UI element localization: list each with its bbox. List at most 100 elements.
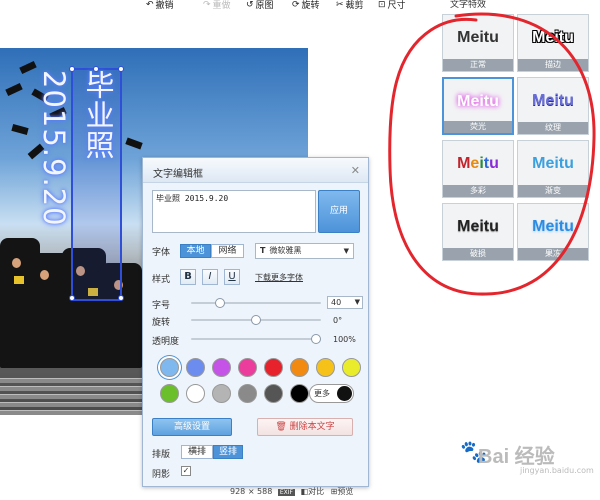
- opacity-slider-thumb[interactable]: [311, 334, 321, 344]
- style-name: 渐变: [518, 185, 588, 197]
- color-swatch[interactable]: [290, 384, 309, 403]
- underline-button[interactable]: U: [224, 269, 240, 285]
- rotate-button[interactable]: ⟳ 旋转: [292, 0, 320, 11]
- text-style-tile[interactable]: Meitu 破损: [442, 203, 514, 261]
- layout-label: 排版: [152, 450, 171, 460]
- rotate-value: 0°: [333, 316, 343, 325]
- preview-button[interactable]: 预览: [337, 487, 353, 496]
- shadow-checkbox[interactable]: ✓: [181, 466, 191, 476]
- overlay-text: 毕业照 2015.9.20: [37, 70, 115, 227]
- color-swatch[interactable]: [264, 384, 283, 403]
- style-preview: Meitu: [532, 155, 574, 172]
- resize-icon: ⊡: [378, 0, 386, 10]
- text-style-tile[interactable]: Meitu 纹理: [517, 77, 589, 135]
- style-preview: Meitu: [457, 29, 499, 46]
- crop-button[interactable]: ✂ 裁剪: [336, 0, 364, 11]
- resize-handle[interactable]: [69, 295, 75, 301]
- delete-text-button[interactable]: 🗑 删除本文字: [257, 418, 353, 436]
- text-input[interactable]: 毕业照 2015.9.20: [152, 190, 316, 233]
- thrown-cap: [125, 137, 143, 150]
- font-type-icon: T: [260, 246, 266, 255]
- rotate-label: 旋转: [152, 318, 171, 328]
- style-preview-letter: M: [457, 155, 471, 172]
- more-colors-button[interactable]: 更多: [309, 384, 354, 403]
- font-label: 字体: [152, 248, 171, 258]
- color-swatch[interactable]: [316, 358, 335, 377]
- style-preview-letter: u: [489, 155, 499, 172]
- color-swatch[interactable]: [342, 358, 361, 377]
- crop-icon: ✂: [336, 0, 344, 10]
- style-preview-letter: e: [470, 155, 480, 172]
- italic-button[interactable]: I: [202, 269, 218, 285]
- reset-icon: ↺: [246, 0, 254, 10]
- size-button[interactable]: ⊡ 尺寸: [378, 0, 406, 11]
- style-name: 破损: [443, 248, 513, 260]
- bold-button[interactable]: B: [180, 269, 196, 285]
- style-name: 纹理: [518, 122, 588, 134]
- top-toolbar: ↶ 撤销 ↷ 重做 ↺ 原图 ⟳ 旋转 ✂ 裁剪 ⊡ 尺寸: [0, 0, 440, 12]
- style-preview: Meitu: [457, 93, 499, 110]
- color-swatch[interactable]: [212, 358, 231, 377]
- color-swatch[interactable]: [212, 384, 231, 403]
- original-button[interactable]: ↺ 原图: [246, 0, 274, 11]
- text-overlay-box[interactable]: 毕业照 2015.9.20: [37, 66, 124, 301]
- opacity-value: 100%: [333, 335, 356, 344]
- opacity-label: 透明度: [152, 337, 180, 347]
- size-label: 字号: [152, 301, 171, 311]
- color-swatch[interactable]: [160, 358, 179, 377]
- text-style-tile[interactable]: Meitu 果冻: [517, 203, 589, 261]
- redo-button[interactable]: ↷ 重做: [203, 0, 231, 11]
- compare-button[interactable]: 对比: [308, 487, 324, 496]
- trash-icon: 🗑: [275, 422, 290, 432]
- status-bar: 928 × 588 EXIF ◧对比 ⊞预览: [230, 486, 353, 497]
- text-style-tile[interactable]: Meitu 描边: [517, 14, 589, 72]
- watermark-url: jingyan.baidu.com: [520, 466, 594, 475]
- opacity-slider-track[interactable]: [191, 338, 321, 340]
- size-slider-thumb[interactable]: [215, 298, 225, 308]
- font-local-tab[interactable]: 本地: [180, 244, 211, 258]
- download-fonts-link[interactable]: 下载更多字体: [255, 272, 303, 283]
- color-swatch[interactable]: [186, 358, 205, 377]
- color-swatch[interactable]: [238, 384, 257, 403]
- styles-panel-title: 文字特效: [450, 0, 487, 10]
- redo-icon: ↷: [203, 0, 211, 10]
- color-swatch[interactable]: [290, 358, 309, 377]
- color-swatch[interactable]: [186, 384, 205, 403]
- advanced-settings-button[interactable]: 高级设置: [152, 418, 232, 436]
- style-preview: Meitu: [443, 141, 513, 187]
- undo-button[interactable]: ↶ 撤销: [146, 0, 174, 11]
- rotate-slider-thumb[interactable]: [251, 315, 261, 325]
- style-name: 荧光: [444, 121, 512, 133]
- color-swatch[interactable]: [238, 358, 257, 377]
- size-slider-track[interactable]: [191, 302, 321, 304]
- color-swatch[interactable]: [160, 384, 179, 403]
- layout-vertical-tab[interactable]: 竖排: [213, 445, 243, 459]
- thrown-cap: [11, 124, 29, 135]
- shadow-label: 阴影: [152, 470, 171, 480]
- exif-badge[interactable]: EXIF: [277, 489, 295, 496]
- apply-button[interactable]: 应用: [318, 190, 360, 233]
- image-dimensions: 928 × 588: [230, 487, 273, 496]
- text-style-tile[interactable]: Meitu 荧光: [442, 77, 514, 135]
- undo-icon: ↶: [146, 0, 154, 10]
- chevron-down-icon: ▼: [343, 247, 349, 255]
- style-label: 样式: [152, 275, 171, 285]
- text-style-tile[interactable]: Me i t u 多彩: [442, 140, 514, 198]
- style-preview: Meitu: [532, 92, 574, 109]
- text-style-tile[interactable]: Meitu 正常: [442, 14, 514, 72]
- text-style-tile[interactable]: Meitu 渐变: [517, 140, 589, 198]
- watermark-brand: Bai 经验: [478, 446, 555, 468]
- style-preview: Meitu: [532, 218, 574, 235]
- compare-icon: ◧: [300, 487, 309, 496]
- font-select[interactable]: T 微软雅黑 ▼: [255, 243, 354, 259]
- layout-horizontal-tab[interactable]: 横排: [181, 445, 213, 459]
- style-name: 果冻: [518, 248, 588, 260]
- font-web-tab[interactable]: 网络: [211, 244, 244, 258]
- close-icon[interactable]: ✕: [351, 164, 360, 177]
- style-name: 正常: [443, 59, 513, 71]
- color-swatch[interactable]: [264, 358, 283, 377]
- size-select[interactable]: 40 ▼: [327, 296, 363, 309]
- sash: [14, 276, 24, 284]
- style-preview: Meitu: [532, 29, 574, 46]
- style-preview: Meitu: [457, 218, 499, 235]
